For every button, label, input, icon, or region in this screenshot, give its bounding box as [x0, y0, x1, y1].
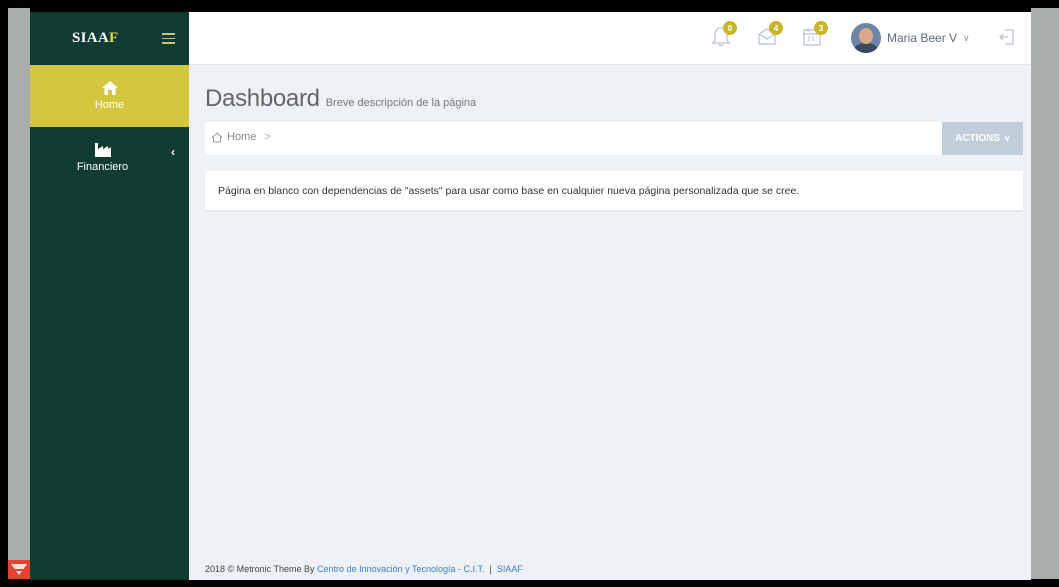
- sidebar-header: SIAAF: [30, 12, 189, 65]
- footer: 2018 © Metronic Theme By Centro de Innov…: [205, 564, 523, 574]
- footer-prefix: 2018 © Metronic Theme By: [205, 564, 315, 574]
- chevron-left-icon: ‹: [171, 145, 175, 159]
- page-title: Dashboard Breve descripción de la página: [205, 85, 476, 113]
- actions-label: ACTIONS: [955, 133, 1001, 144]
- sidebar-item-financiero[interactable]: Financiero ‹: [30, 127, 189, 189]
- logout-icon: [999, 29, 1014, 45]
- breadcrumb-separator: >: [264, 131, 271, 143]
- footer-link[interactable]: Centro de Innovación y Tecnología - C.I.…: [317, 564, 484, 574]
- breadcrumb: Home > ACTIONS ∨: [205, 122, 1023, 155]
- inbox-badge: 4: [769, 21, 783, 35]
- sidebar: SIAAF Home Financiero ‹: [30, 12, 189, 580]
- footer-siaaf-link[interactable]: SIAAF: [497, 564, 523, 574]
- sidebar-item-home[interactable]: Home: [30, 65, 189, 127]
- main-content: Dashboard Breve descripción de la página…: [189, 65, 1031, 580]
- top-header: 0 4 3 Maria Beer V ∨: [189, 12, 1031, 65]
- page-subtitle: Breve descripción de la página: [325, 97, 477, 109]
- user-name: Maria Beer V: [887, 31, 958, 45]
- breadcrumb-home-label: Home: [227, 131, 257, 143]
- logo-accent-text: F: [109, 30, 119, 46]
- factory-icon: [94, 143, 111, 157]
- inbox-button[interactable]: 4: [757, 21, 783, 49]
- note-text: Página en blanco con dependencias de "as…: [218, 184, 800, 197]
- right-border: [1031, 8, 1059, 579]
- menu-toggle-icon[interactable]: [162, 33, 175, 44]
- logo-text: SIAA: [72, 30, 110, 46]
- home-icon: [101, 81, 118, 95]
- home-outline-icon: [211, 131, 223, 142]
- notifications-button[interactable]: 0: [711, 21, 737, 49]
- app-logo[interactable]: SIAAF: [72, 30, 119, 47]
- taskbar-app-icon[interactable]: [8, 560, 30, 579]
- sidebar-item-label: Home: [94, 99, 125, 111]
- breadcrumb-home[interactable]: Home >: [211, 131, 271, 143]
- sidebar-item-label: Financiero: [76, 161, 129, 173]
- chevron-down-icon: ∨: [963, 32, 970, 43]
- left-border: [8, 8, 30, 579]
- chevron-down-icon: ∨: [1004, 134, 1010, 143]
- tasks-badge: 3: [814, 21, 828, 35]
- page-note: Página en blanco con dependencias de "as…: [205, 171, 1023, 210]
- footer-divider: |: [489, 564, 492, 574]
- user-menu[interactable]: Maria Beer V ∨: [851, 23, 970, 53]
- page-title-text: Dashboard: [205, 85, 320, 112]
- notifications-badge: 0: [723, 21, 737, 35]
- avatar: [851, 23, 881, 53]
- tasks-button[interactable]: 3: [802, 21, 828, 49]
- logout-button[interactable]: [999, 28, 1015, 46]
- window-frame: SIAAF Home Financiero ‹ 0 4 3 Maria Beer…: [0, 0, 1059, 587]
- actions-button[interactable]: ACTIONS ∨: [942, 122, 1023, 155]
